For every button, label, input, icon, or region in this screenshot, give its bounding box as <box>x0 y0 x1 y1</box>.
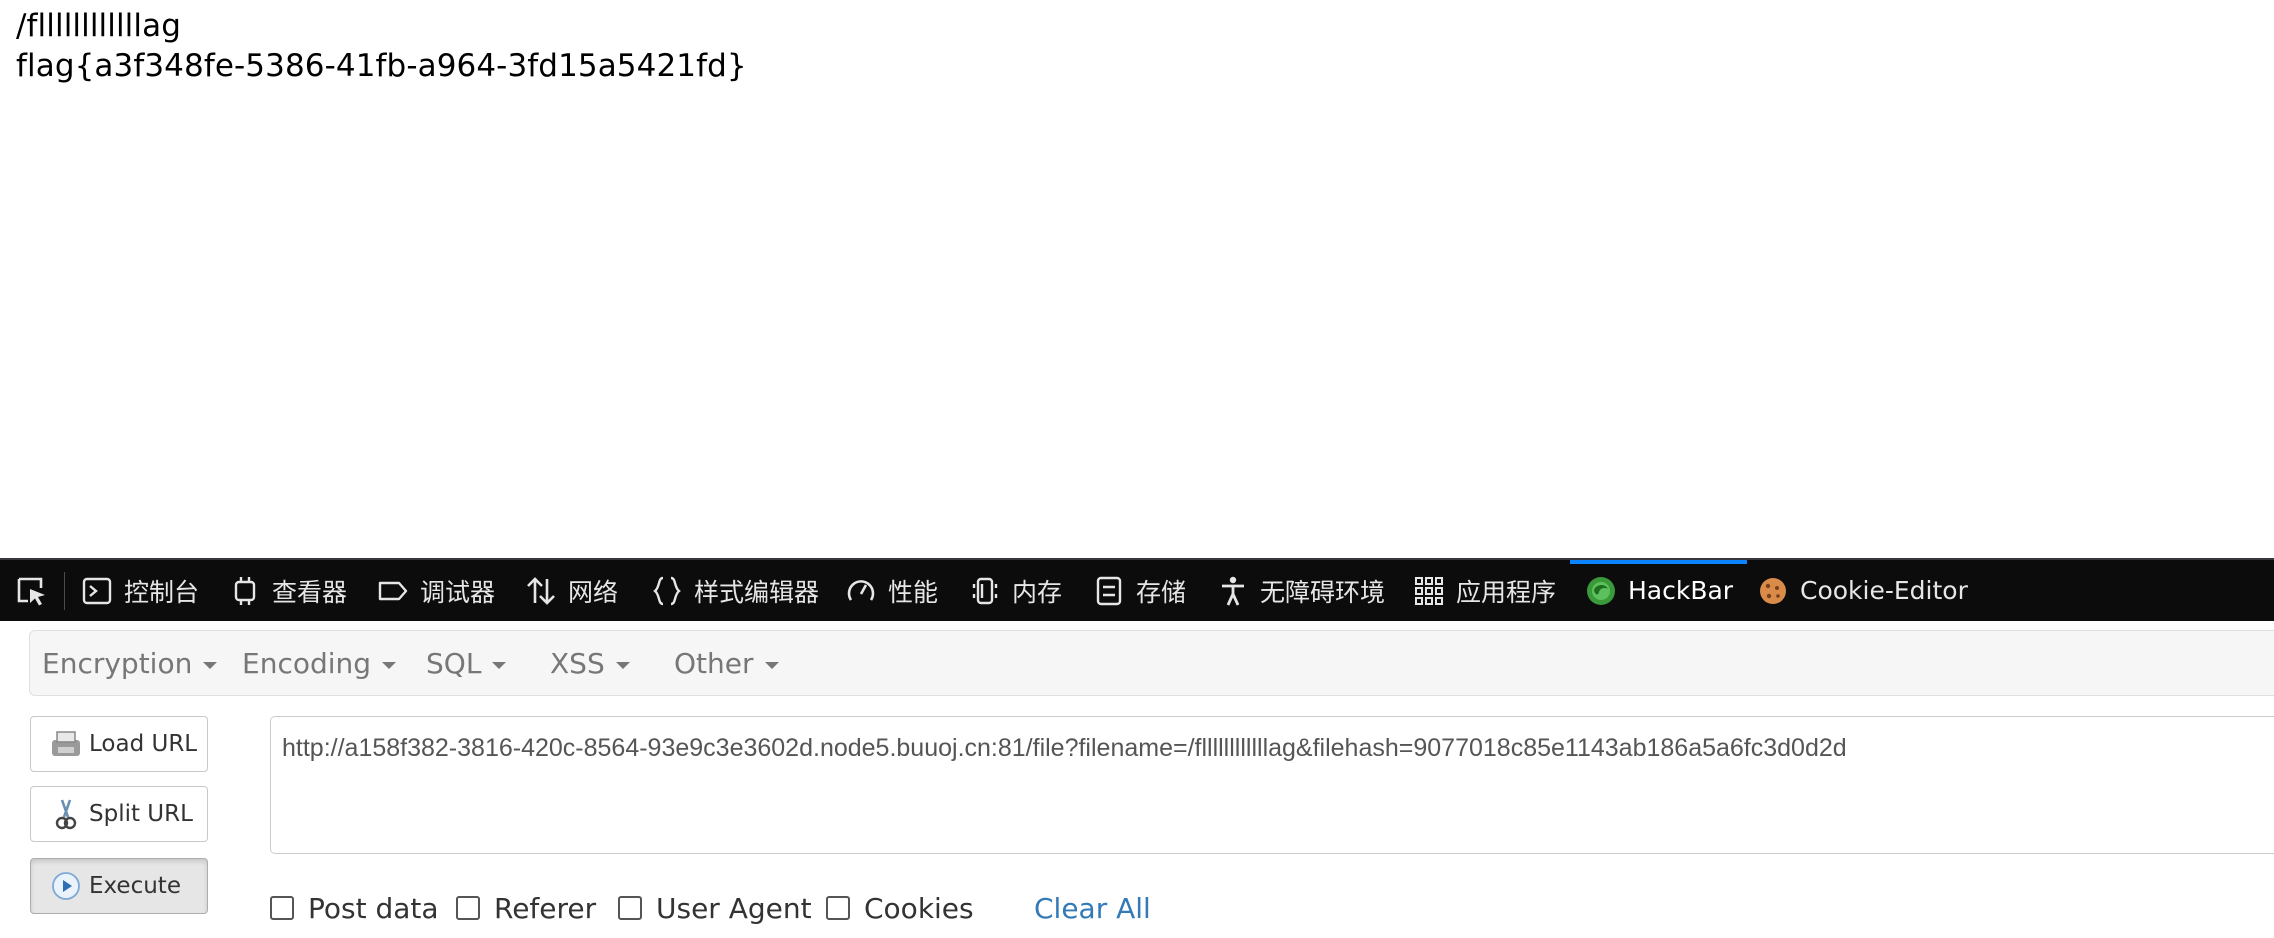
tab-memory-label: 内存 <box>1012 577 1063 607</box>
page-content: /fllllllllllllag flag{a3f348fe-5386-41fb… <box>16 6 747 86</box>
element-picker-button[interactable] <box>12 573 52 609</box>
storage-icon <box>1092 574 1126 608</box>
tab-cookie-editor[interactable]: Cookie-Editor <box>1756 560 1968 621</box>
tab-application-label: 应用程序 <box>1456 577 1557 607</box>
devtools-toolbar: 控制台 查看器 调试器 网络 样式编辑器 性能 内存 存储 无障碍环境 应用程序… <box>0 558 2274 621</box>
tab-hackbar-label: HackBar <box>1628 576 1734 605</box>
tab-cookie-editor-label: Cookie-Editor <box>1800 576 1968 605</box>
element-picker-icon <box>17 577 45 606</box>
split-url-button[interactable]: Split URL <box>30 786 208 842</box>
load-url-icon <box>49 727 83 761</box>
checkbox-box[interactable] <box>826 896 850 920</box>
caret-down-icon <box>203 661 218 669</box>
tab-storage-label: 存储 <box>1136 577 1187 607</box>
application-icon <box>1412 574 1446 608</box>
load-url-button[interactable]: Load URL <box>30 716 208 772</box>
cookies-label: Cookies <box>864 891 974 925</box>
checkbox-box[interactable] <box>456 896 480 920</box>
split-url-label: Split URL <box>89 801 193 827</box>
cookies-checkbox[interactable]: Cookies <box>826 889 974 927</box>
hackbar-menu-bar: Encryption Encoding SQL XSS Other <box>29 630 2274 696</box>
url-textarea[interactable]: http://a158f382-3816-420c-8564-93e9c3e36… <box>270 716 2274 854</box>
caret-down-icon <box>492 661 507 669</box>
tab-debugger-label: 调试器 <box>420 577 496 607</box>
menu-encryption-label: Encryption <box>42 646 193 680</box>
clear-all-link[interactable]: Clear All <box>1034 889 1151 927</box>
tab-style-editor[interactable]: 样式编辑器 <box>650 560 819 621</box>
console-icon <box>80 574 114 608</box>
post-data-checkbox[interactable]: Post data <box>270 889 439 927</box>
memory-icon <box>968 574 1002 608</box>
inspector-icon <box>228 574 262 608</box>
page-text-filename: /fllllllllllllag <box>16 8 181 44</box>
tab-performance[interactable]: 性能 <box>844 560 938 621</box>
debugger-icon <box>376 574 410 608</box>
style-editor-icon <box>650 574 684 608</box>
menu-sql-label: SQL <box>426 646 482 680</box>
checkbox-box[interactable] <box>270 896 294 920</box>
menu-encryption[interactable]: Encryption <box>42 631 218 695</box>
checkbox-box[interactable] <box>618 896 642 920</box>
tab-console[interactable]: 控制台 <box>80 560 199 621</box>
page-text-flag: flag{a3f348fe-5386-41fb-a964-3fd15a5421f… <box>16 48 747 84</box>
accessibility-icon <box>1216 574 1250 608</box>
execute-label: Execute <box>89 873 181 899</box>
menu-other-label: Other <box>674 646 754 680</box>
menu-encoding[interactable]: Encoding <box>242 631 397 695</box>
menu-xss-label: XSS <box>550 646 605 680</box>
caret-down-icon <box>764 661 779 669</box>
referer-checkbox[interactable]: Referer <box>456 889 596 927</box>
user-agent-label: User Agent <box>656 891 812 925</box>
caret-down-icon <box>615 661 630 669</box>
tab-hackbar[interactable]: HackBar <box>1569 560 1748 621</box>
scissors-icon <box>49 797 83 831</box>
tab-accessibility-label: 无障碍环境 <box>1260 577 1386 607</box>
tab-accessibility[interactable]: 无障碍环境 <box>1216 560 1385 621</box>
menu-encoding-label: Encoding <box>242 646 372 680</box>
play-icon <box>49 869 83 903</box>
network-icon <box>524 574 558 608</box>
user-agent-checkbox[interactable]: User Agent <box>618 889 812 927</box>
post-data-label: Post data <box>308 891 439 925</box>
tab-console-label: 控制台 <box>124 577 200 607</box>
menu-other[interactable]: Other <box>674 631 779 695</box>
menu-sql[interactable]: SQL <box>426 631 507 695</box>
tab-inspector[interactable]: 查看器 <box>228 560 347 621</box>
tab-network[interactable]: 网络 <box>524 560 618 621</box>
caret-down-icon <box>382 661 397 669</box>
execute-button[interactable]: Execute <box>30 858 208 914</box>
performance-icon <box>844 574 878 608</box>
tab-network-label: 网络 <box>568 577 619 607</box>
toolbar-separator <box>64 572 65 610</box>
tab-application[interactable]: 应用程序 <box>1412 560 1556 621</box>
tab-style-editor-label: 样式编辑器 <box>694 577 820 607</box>
tab-storage[interactable]: 存储 <box>1092 560 1186 621</box>
cookie-icon <box>1756 574 1790 608</box>
referer-label: Referer <box>494 891 597 925</box>
tab-memory[interactable]: 内存 <box>968 560 1062 621</box>
tab-performance-label: 性能 <box>888 577 939 607</box>
load-url-label: Load URL <box>89 731 198 757</box>
tab-inspector-label: 查看器 <box>272 577 348 607</box>
hackbar-icon <box>1584 574 1618 608</box>
tab-debugger[interactable]: 调试器 <box>376 560 495 621</box>
menu-xss[interactable]: XSS <box>550 631 630 695</box>
